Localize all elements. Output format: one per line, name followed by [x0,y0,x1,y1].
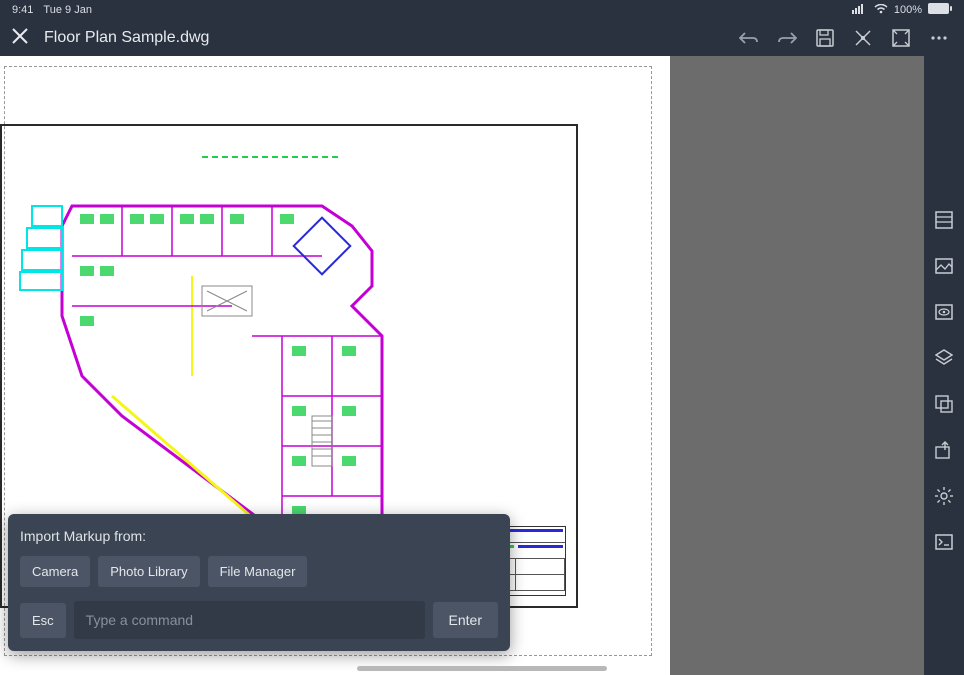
camera-button[interactable]: Camera [20,556,90,587]
view-icon[interactable] [930,298,958,326]
close-button[interactable] [8,24,32,53]
signal-icon [852,4,868,17]
save-button[interactable] [814,27,836,49]
section-line [202,154,342,160]
right-sidebar [924,56,964,675]
layers-icon[interactable] [930,344,958,372]
wifi-icon [874,4,888,17]
status-time: 9:41 [12,4,33,16]
top-toolbar: Floor Plan Sample.dwg [0,20,964,56]
command-input[interactable] [74,601,425,639]
battery-icon [928,3,952,17]
status-date: Tue 9 Jan [43,4,92,16]
enter-button[interactable]: Enter [433,602,498,638]
properties-icon[interactable] [930,206,958,234]
import-markup-dialog: Import Markup from: Camera Photo Library… [8,514,510,651]
image-icon[interactable] [930,252,958,280]
status-bar: 9:41 Tue 9 Jan 100% [0,0,964,20]
console-icon[interactable] [930,528,958,556]
measure-button[interactable] [852,27,874,49]
settings-icon[interactable] [930,482,958,510]
export-icon[interactable] [930,436,958,464]
blocks-icon[interactable] [930,390,958,418]
dialog-title: Import Markup from: [20,528,498,544]
esc-button[interactable]: Esc [20,603,66,638]
photo-library-button[interactable]: Photo Library [98,556,199,587]
undo-button[interactable] [738,27,760,49]
redo-button[interactable] [776,27,798,49]
home-indicator[interactable] [357,666,607,671]
file-title: Floor Plan Sample.dwg [44,29,209,47]
fullscreen-button[interactable] [890,27,912,49]
battery-pct: 100% [894,4,922,16]
more-button[interactable] [928,27,950,49]
file-manager-button[interactable]: File Manager [208,556,308,587]
